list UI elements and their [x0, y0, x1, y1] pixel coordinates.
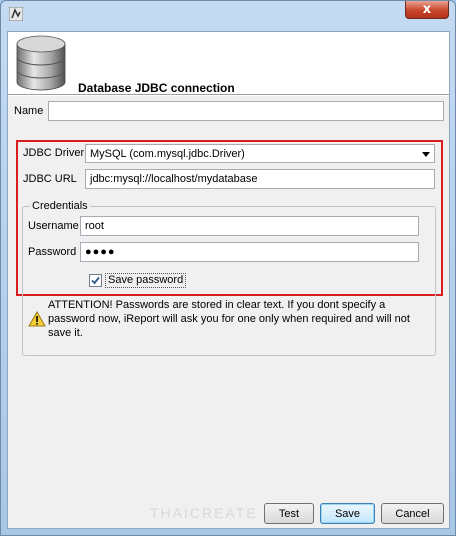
dialog-title: Database JDBC connection — [78, 81, 235, 95]
app-icon — [9, 7, 23, 21]
dialog-content: Database JDBC connection Name JDBC Drive… — [7, 31, 450, 529]
close-icon: x — [422, 2, 432, 17]
name-input[interactable] — [48, 101, 444, 121]
warning-message: ATTENTION! Passwords are stored in clear… — [48, 299, 410, 339]
chevron-down-icon[interactable] — [422, 152, 430, 157]
title-bar[interactable]: x — [1, 1, 455, 23]
dialog-window: x Database JDBC connection Name JDBC Dri… — [0, 0, 456, 536]
save-password-checkbox[interactable] — [89, 274, 102, 287]
jdbc-driver-value: MySQL (com.mysql.jdbc.Driver) — [90, 147, 245, 160]
password-label: Password — [28, 246, 77, 258]
jdbc-driver-select[interactable]: MySQL (com.mysql.jdbc.Driver) — [85, 144, 435, 163]
credentials-legend: Credentials — [30, 200, 90, 212]
jdbc-url-input[interactable]: jdbc:mysql://localhost/mydatabase — [85, 169, 435, 189]
close-button[interactable]: x — [405, 1, 449, 19]
save-button[interactable]: Save — [320, 503, 375, 524]
jdbc-url-label: JDBC URL — [23, 173, 77, 185]
jdbc-driver-label: JDBC Driver — [23, 147, 85, 159]
dialog-header: Database JDBC connection — [8, 32, 449, 95]
username-input[interactable]: root — [80, 216, 419, 236]
checkmark-icon — [91, 276, 100, 285]
warning-icon — [28, 311, 46, 327]
cancel-button[interactable]: Cancel — [381, 503, 444, 524]
save-password-label[interactable]: Save password — [105, 273, 187, 288]
watermark: THAICREATE — [150, 505, 258, 521]
name-label: Name — [14, 105, 44, 117]
test-button[interactable]: Test — [264, 503, 314, 524]
password-input[interactable]: ●●●● — [80, 242, 419, 262]
username-label: Username — [28, 220, 79, 232]
database-icon — [16, 35, 66, 91]
header-separator — [8, 94, 449, 96]
